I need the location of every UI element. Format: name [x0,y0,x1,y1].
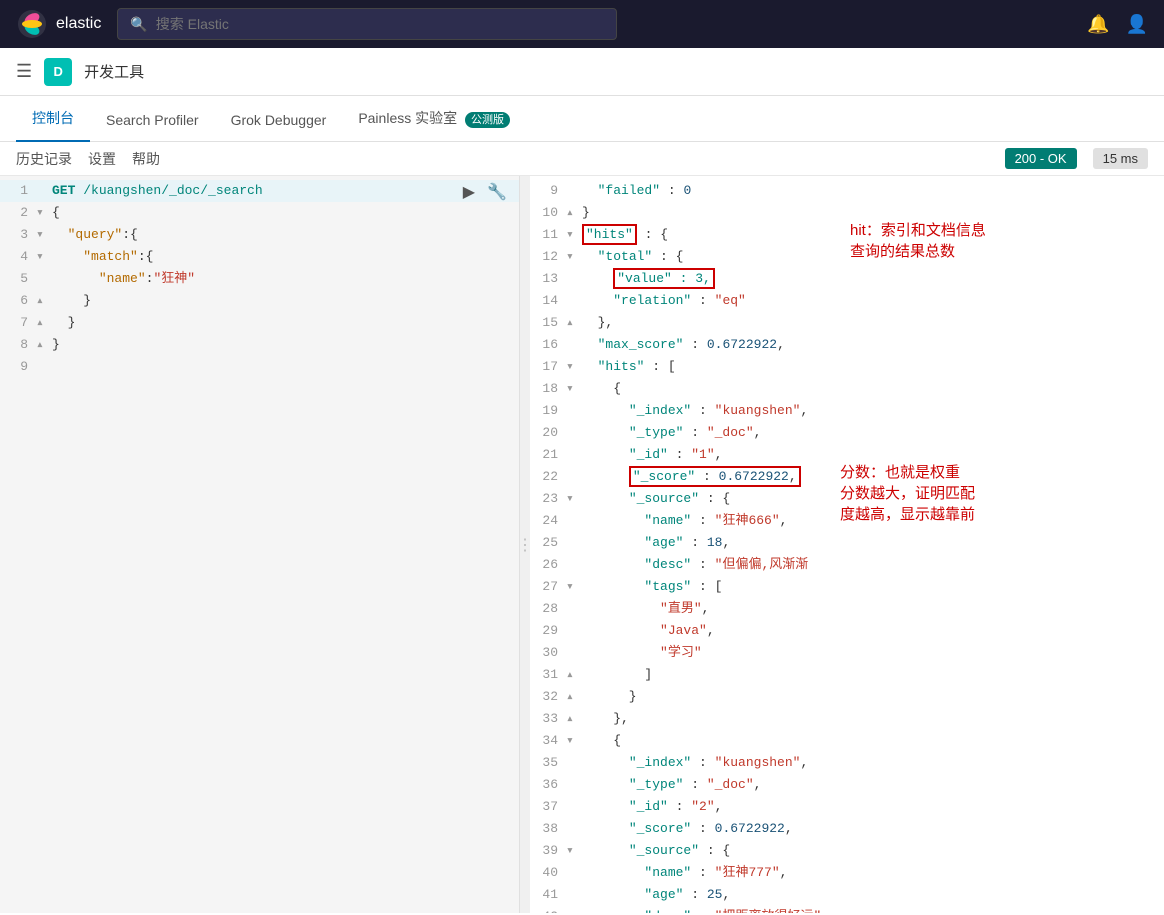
tab-grok-debugger[interactable]: Grok Debugger [215,100,343,142]
resp-line-40: 40 "name" : "狂神777", [530,862,1164,884]
resp-line-31: 31 ▴ ] [530,664,1164,686]
resp-line-28: 28 "直男", [530,598,1164,620]
resp-line-39: 39 ▾ "_source" : { [530,840,1164,862]
editor-line-5: 5 "name":"狂神" [0,268,519,290]
action-bar: 历史记录 设置 帮助 200 - OK 15 ms [0,142,1164,176]
resp-line-30: 30 "学习" [530,642,1164,664]
panel-divider[interactable]: ⋮ [520,176,530,913]
help-button[interactable]: 帮助 [132,149,160,169]
editor-line-1: 1 GET /kuangshen/_doc/_search [0,180,519,202]
resp-line-14: 14 "relation" : "eq" [530,290,1164,312]
resp-line-16: 16 "max_score" : 0.6722922, [530,334,1164,356]
status-badge: 200 - OK [1005,148,1077,169]
resp-line-15: 15 ▴ }, [530,312,1164,334]
response-content: 9 "failed" : 0 10 ▴ } 11 ▾ "hits" : { 12… [530,176,1164,913]
history-button[interactable]: 历史记录 [16,149,72,169]
resp-line-25: 25 "age" : 18, [530,532,1164,554]
resp-line-22: 22 "_score" : 0.6722922, [530,466,1164,488]
tab-console[interactable]: 控制台 [16,96,90,142]
editor-line-7: 7 ▴ } [0,312,519,334]
resp-line-37: 37 "_id" : "2", [530,796,1164,818]
resp-line-26: 26 "desc" : "但偏偏,风渐渐 [530,554,1164,576]
alerts-icon[interactable]: 🔔 [1087,14,1109,35]
search-icon: 🔍 [130,16,147,33]
editor-line-3: 3 ▾ "query":{ [0,224,519,246]
global-search-bar[interactable]: 🔍 [117,8,617,40]
resp-line-24: 24 "name" : "狂神666", [530,510,1164,532]
resp-line-36: 36 "_type" : "_doc", [530,774,1164,796]
resp-line-38: 38 "_score" : 0.6722922, [530,818,1164,840]
resp-line-34: 34 ▾ { [530,730,1164,752]
resp-line-13: 13 "value" : 3, [530,268,1164,290]
resp-line-41: 41 "age" : 25, [530,884,1164,906]
elastic-logo-icon [16,8,48,40]
editor-panel: ▶ 🔧 1 GET /kuangshen/_doc/_search 2 ▾ { … [0,176,520,913]
resp-line-32: 32 ▴ } [530,686,1164,708]
resp-line-10: 10 ▴ } [530,202,1164,224]
resp-line-29: 29 "Java", [530,620,1164,642]
resp-line-9: 9 "failed" : 0 [530,180,1164,202]
resp-line-33: 33 ▴ }, [530,708,1164,730]
resp-line-21: 21 "_id" : "1", [530,444,1164,466]
editor-line-9: 9 [0,356,519,378]
dev-toolbar: ☰ D 开发工具 [0,48,1164,96]
time-badge: 15 ms [1093,148,1148,169]
editor-content: 1 GET /kuangshen/_doc/_search 2 ▾ { 3 ▾ … [0,176,519,382]
hamburger-button[interactable]: ☰ [16,61,32,82]
tab-painless-lab[interactable]: Painless 实验室 公测版 [342,96,526,142]
main-content: ▶ 🔧 1 GET /kuangshen/_doc/_search 2 ▾ { … [0,176,1164,913]
response-panel[interactable]: 9 "failed" : 0 10 ▴ } 11 ▾ "hits" : { 12… [530,176,1164,913]
dev-title: 开发工具 [84,61,144,82]
tab-bar: 控制台 Search Profiler Grok Debugger Painle… [0,96,1164,142]
dev-avatar: D [44,58,72,86]
painless-beta-badge: 公测版 [465,112,510,128]
resp-line-18: 18 ▾ { [530,378,1164,400]
logo-text: elastic [56,15,101,33]
resp-line-27: 27 ▾ "tags" : [ [530,576,1164,598]
user-menu-icon[interactable]: 👤 [1126,14,1148,35]
resp-line-35: 35 "_index" : "kuangshen", [530,752,1164,774]
logo-area: elastic [16,8,101,40]
top-nav: elastic 🔍 🔔 👤 [0,0,1164,48]
nav-icons: 🔔 👤 [1087,14,1148,35]
resp-line-42: 42 "desc" : "把距离放得好远" [530,906,1164,913]
editor-line-4: 4 ▾ "match":{ [0,246,519,268]
editor-line-8: 8 ▴ } [0,334,519,356]
resp-line-19: 19 "_index" : "kuangshen", [530,400,1164,422]
wrench-button[interactable]: 🔧 [483,180,511,204]
settings-button[interactable]: 设置 [88,149,116,169]
resp-line-11: 11 ▾ "hits" : { [530,224,1164,246]
global-search-input[interactable] [156,16,605,32]
resp-line-12: 12 ▾ "total" : { [530,246,1164,268]
resp-line-23: 23 ▾ "_source" : { [530,488,1164,510]
resp-line-20: 20 "_type" : "_doc", [530,422,1164,444]
editor-line-6: 6 ▴ } [0,290,519,312]
tab-search-profiler[interactable]: Search Profiler [90,100,215,142]
editor-toolbar: ▶ 🔧 [459,180,511,204]
run-button[interactable]: ▶ [459,180,479,204]
resp-line-17: 17 ▾ "hits" : [ [530,356,1164,378]
editor-line-2: 2 ▾ { [0,202,519,224]
